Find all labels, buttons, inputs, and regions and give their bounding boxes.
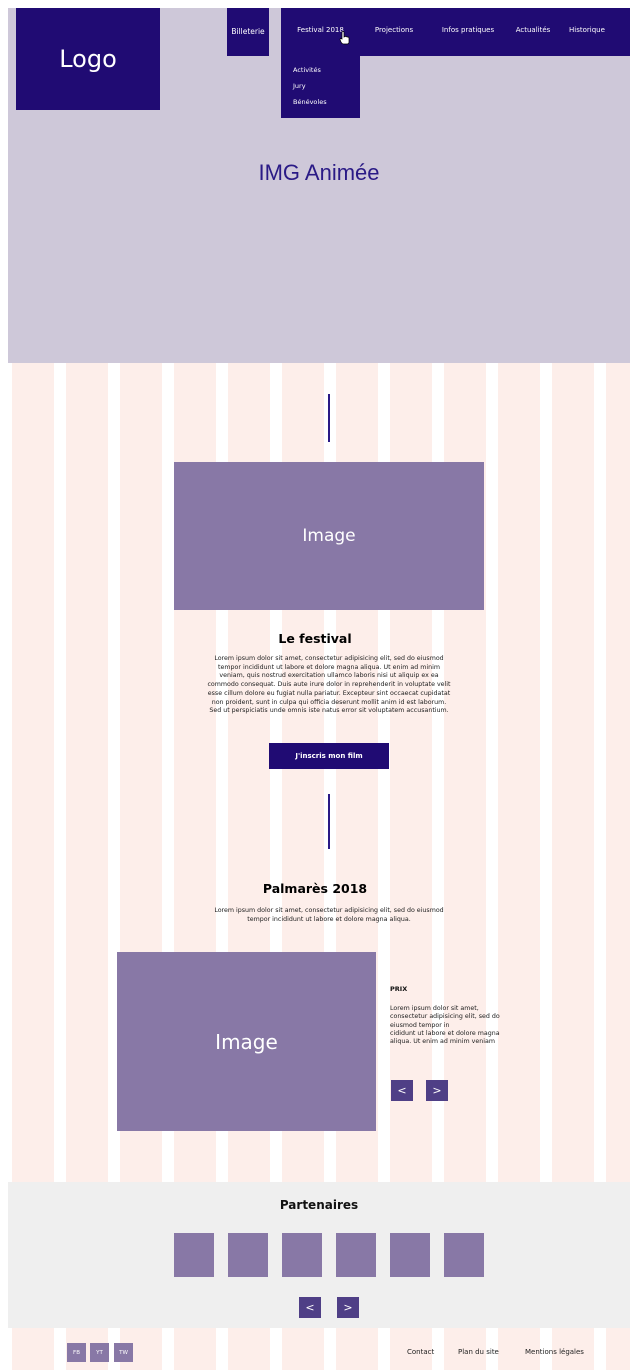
partners-next-button[interactable]: > <box>337 1297 359 1318</box>
nav-actualites[interactable]: Actualités <box>508 8 558 56</box>
palmares-prev-button[interactable]: < <box>391 1080 413 1101</box>
hand-cursor-icon <box>339 31 350 45</box>
register-film-button[interactable]: J'inscris mon film <box>269 743 389 769</box>
dropdown-item-benevoles[interactable]: Bénévoles <box>293 98 327 106</box>
partner-logo[interactable] <box>174 1233 214 1277</box>
palmares-image: Image <box>117 952 376 1131</box>
partner-logo[interactable] <box>336 1233 376 1277</box>
hero-title: IMG Animée <box>258 160 380 185</box>
partner-logo[interactable] <box>282 1233 322 1277</box>
partner-logo[interactable] <box>228 1233 268 1277</box>
palmares-title: Palmarès 2018 <box>262 881 368 896</box>
logo[interactable]: Logo <box>16 8 160 110</box>
divider-line <box>328 394 330 442</box>
partners-title: Partenaires <box>279 1198 359 1212</box>
nav-historique[interactable]: Historique <box>560 8 630 56</box>
prix-title: PRIX <box>390 985 408 993</box>
nav-infos-pratiques[interactable]: Infos pratiques <box>428 8 508 56</box>
partner-logo[interactable] <box>444 1233 484 1277</box>
dropdown-item-jury[interactable]: Jury <box>293 82 306 90</box>
partner-logo[interactable] <box>390 1233 430 1277</box>
dropdown-item-activites[interactable]: Activités <box>293 66 321 74</box>
twitter-icon[interactable]: TW <box>114 1343 133 1362</box>
footer-link-contact[interactable]: Contact <box>407 1348 434 1356</box>
festival-dropdown: Festival 2018 Activités Jury Bénévoles <box>281 8 360 118</box>
footer-link-plan-du-site[interactable]: Plan du site <box>458 1348 499 1356</box>
prix-description: Lorem ipsum dolor sit amet, consectetur … <box>390 1005 500 1046</box>
facebook-icon[interactable]: FB <box>67 1343 86 1362</box>
nav-projections[interactable]: Projections <box>365 8 423 56</box>
youtube-icon[interactable]: YT <box>90 1343 109 1362</box>
partners-prev-button[interactable]: < <box>299 1297 321 1318</box>
festival-paragraph: Lorem ipsum dolor sit amet, consectetur … <box>207 655 451 715</box>
palmares-next-button[interactable]: > <box>426 1080 448 1101</box>
divider-line <box>328 794 330 849</box>
palmares-intro: Lorem ipsum dolor sit amet, consectetur … <box>214 907 444 923</box>
footer-link-mentions-legales[interactable]: Mentions légales <box>525 1348 584 1356</box>
festival-title: Le festival <box>278 631 352 646</box>
nav-billeterie[interactable]: Billeterie <box>227 8 269 56</box>
festival-image: Image <box>174 462 484 610</box>
